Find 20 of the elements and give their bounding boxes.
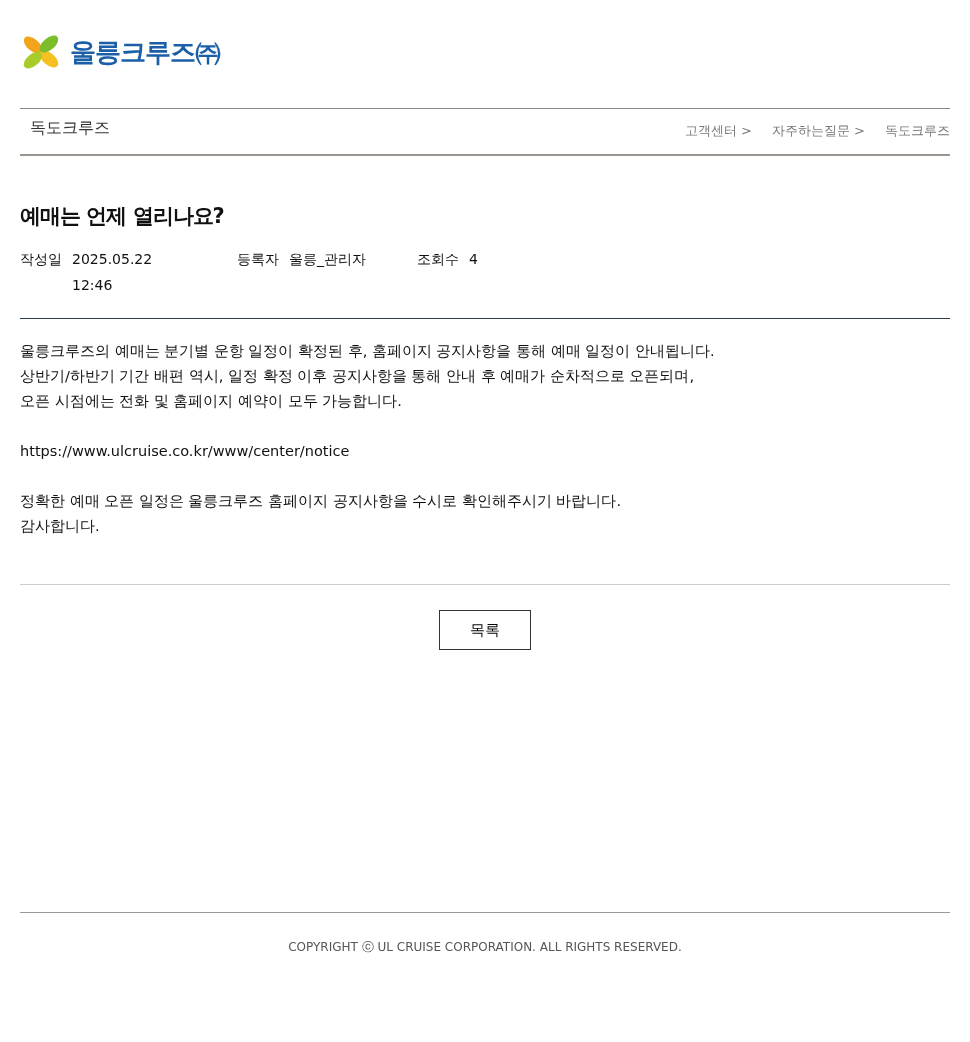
post-title: 예매는 언제 열리나요?: [20, 203, 225, 230]
body-text: 감사합니다.: [20, 518, 100, 534]
body-text: 오픈 시점에는 전화 및 홈페이지 예약이 모두 가능합니다.: [20, 393, 402, 409]
body-text: 정확한 예매 오픈 일정은 울릉크루즈 홈페이지 공지사항을 수시로 확인해주시기 바랍니다.: [20, 493, 622, 509]
meta-label: 등록자: [237, 250, 279, 269]
body-text: 상반기/하반기 기간 배편 역시, 일정 확정 이후 공지사항을 통해 안내 후 예매가 순차적으로 오픈되며,: [20, 368, 695, 384]
meta-value: 울릉_관리자: [289, 250, 367, 269]
body-text: 울릉크루즈의 예매는 분기별 운항 일정이 확정된 후, 홈페이지 공지사항을 통해 예매 일정이 안내됩니다.: [20, 343, 715, 359]
breadcrumb-link[interactable]: 독도크루즈: [885, 122, 950, 154]
meta-label: 작성일: [20, 250, 62, 269]
section-title: 독도크루즈: [29, 117, 110, 139]
breadcrumb-link[interactable]: 고객센터 >: [684, 122, 752, 154]
logo-text[interactable]: 울릉크루즈㈜: [70, 34, 220, 70]
list-button[interactable]: 목록: [439, 610, 531, 650]
meta-value: 2025.05.22 12:46: [72, 250, 154, 295]
copyright-text: COPYRIGHT ⓒ UL CRUISE CORPORATION. ALL RIGHTS RESERVED.: [288, 940, 682, 954]
body-text: https://www.ulcruise.co.kr/www/center/notice: [20, 443, 350, 459]
breadcrumb-link[interactable]: 자주하는질문 >: [771, 122, 865, 154]
meta-value: 4: [469, 250, 479, 269]
meta-label: 조회수: [417, 250, 459, 269]
